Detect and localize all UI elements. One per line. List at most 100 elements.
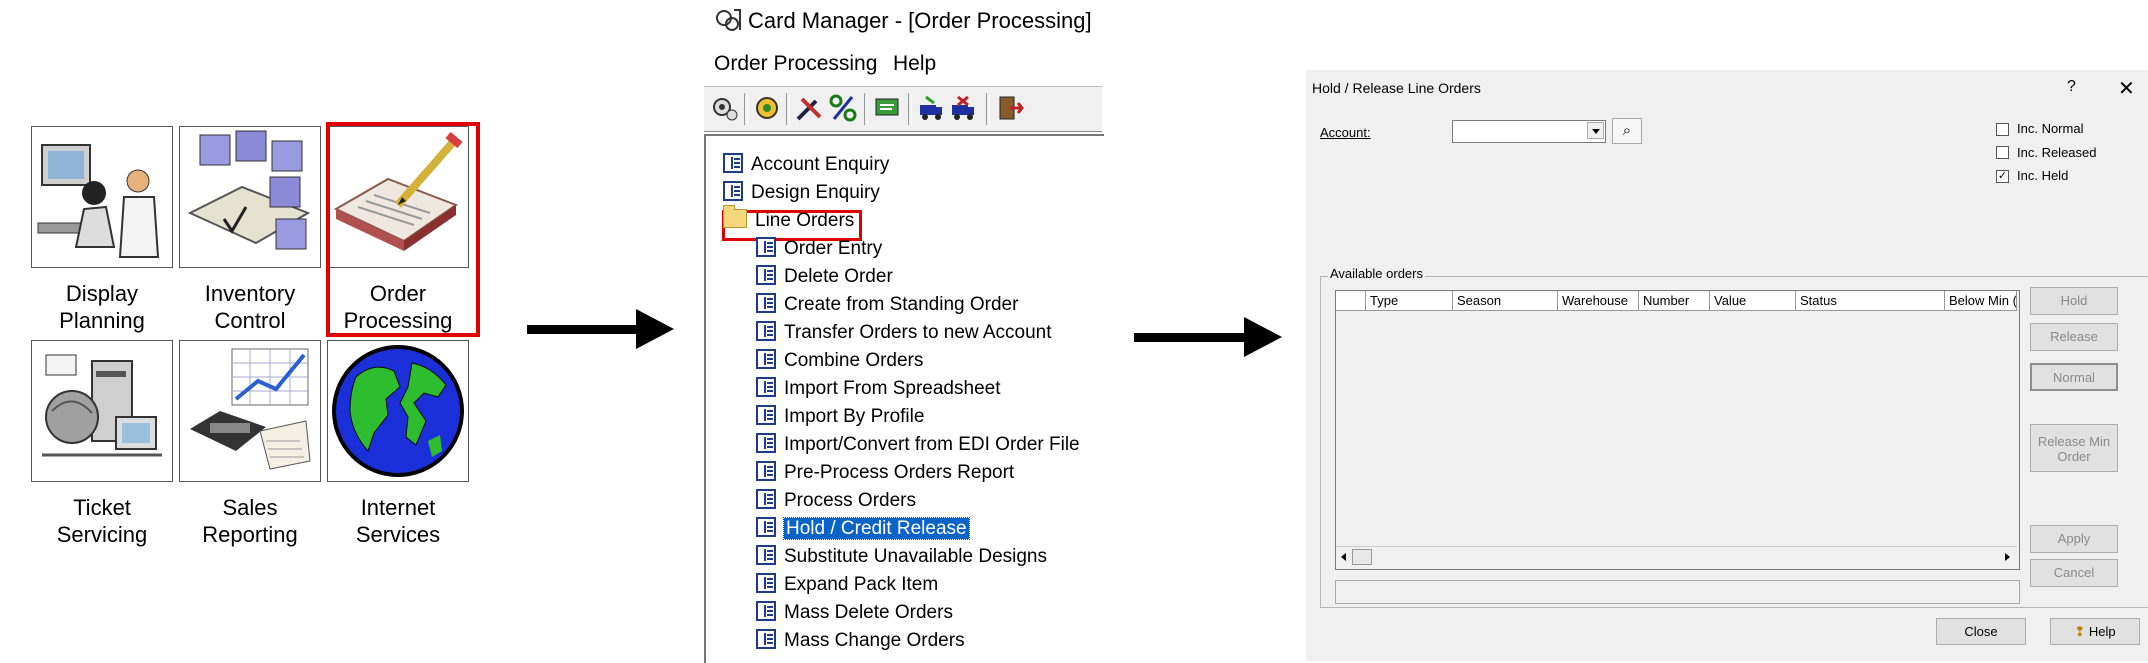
tile-display-planning[interactable]: Display Planning bbox=[28, 126, 176, 334]
tree-item-label: Transfer Orders to new Account bbox=[784, 322, 1052, 343]
tree-item[interactable]: Combine Orders bbox=[756, 349, 923, 373]
inventory-control-icon bbox=[179, 126, 321, 268]
column-header-value[interactable]: Value bbox=[1710, 291, 1796, 311]
close-icon[interactable]: ✕ bbox=[2118, 76, 2135, 101]
tree-item[interactable]: Substitute Unavailable Designs bbox=[756, 545, 1047, 569]
column-header-warehouse[interactable]: Warehouse bbox=[1558, 291, 1639, 311]
menu-help[interactable]: Help bbox=[893, 52, 936, 76]
doc-icon bbox=[756, 489, 776, 509]
doc-icon bbox=[756, 461, 776, 481]
tree-item[interactable]: Order Entry bbox=[756, 237, 882, 261]
sales-reporting-icon bbox=[179, 340, 321, 482]
doc-icon bbox=[756, 433, 776, 453]
tree-item-label: Line Orders bbox=[755, 210, 855, 231]
ticket-servicing-icon bbox=[31, 340, 173, 482]
scroll-right-icon[interactable] bbox=[2001, 551, 2013, 563]
tree-item[interactable]: Import From Spreadsheet bbox=[756, 377, 1000, 401]
help-pin-icon: ❢ bbox=[2074, 624, 2086, 639]
toolbar bbox=[704, 86, 1102, 132]
tile-label-line2: Services bbox=[355, 522, 441, 547]
help-question-icon[interactable]: ? bbox=[2067, 78, 2076, 96]
close-button[interactable]: Close bbox=[1936, 618, 2026, 645]
inc-held-checkbox[interactable]: ✓ bbox=[1996, 170, 2009, 183]
display-planning-icon bbox=[31, 126, 173, 268]
horizontal-scrollbar[interactable] bbox=[1336, 546, 2017, 567]
tree-item[interactable]: Import/Convert from EDI Order File bbox=[756, 433, 1080, 457]
release-min-order-button[interactable]: Release Min Order bbox=[2030, 424, 2118, 472]
tree-item-label: Process Orders bbox=[784, 490, 916, 511]
doc-icon bbox=[723, 153, 743, 173]
tree-item-label: Mass Change Orders bbox=[784, 630, 965, 651]
tree-item[interactable]: Import By Profile bbox=[756, 405, 924, 429]
tree-item-label: Account Enquiry bbox=[751, 154, 890, 175]
report-tool-icon[interactable] bbox=[872, 93, 902, 123]
inc-released-label: Inc. Released bbox=[2017, 145, 2097, 160]
tree-item[interactable]: Account Enquiry bbox=[723, 153, 889, 177]
tree-item[interactable]: Pre-Process Orders Report bbox=[756, 461, 1014, 485]
tree-item-label: Combine Orders bbox=[784, 350, 924, 371]
tile-ticket-servicing[interactable]: Ticket Servicing bbox=[28, 340, 176, 548]
grid-header-corner bbox=[1336, 291, 1366, 311]
tree-item[interactable]: Line Orders bbox=[723, 205, 855, 233]
tile-label-line1: Display bbox=[65, 281, 139, 306]
column-header-season[interactable]: Season bbox=[1453, 291, 1558, 311]
tree-item-label: Expand Pack Item bbox=[784, 574, 939, 595]
truck-cancel-icon[interactable] bbox=[948, 93, 978, 123]
tile-internet-services[interactable]: Internet Services bbox=[324, 340, 472, 548]
apply-button[interactable]: Apply bbox=[2030, 525, 2118, 553]
tile-sales-reporting[interactable]: Sales Reporting bbox=[176, 340, 324, 548]
cancel-button[interactable]: Cancel bbox=[2030, 559, 2118, 587]
settings-tool-icon[interactable] bbox=[752, 93, 782, 123]
column-header-below-min[interactable]: Below Min ( bbox=[1945, 291, 2017, 311]
scroll-left-icon[interactable] bbox=[1338, 551, 1350, 563]
hold-button[interactable]: Hold bbox=[2030, 287, 2118, 315]
tree-item[interactable]: Mass Change Orders bbox=[756, 629, 965, 653]
column-header-number[interactable]: Number bbox=[1639, 291, 1710, 311]
column-header-type[interactable]: Type bbox=[1366, 291, 1453, 311]
tree-item[interactable]: Process Orders bbox=[756, 489, 916, 513]
doc-icon bbox=[756, 573, 776, 593]
available-orders-label: Available orders bbox=[1328, 266, 1425, 281]
selected-tile-highlight bbox=[326, 122, 480, 337]
chevron-down-icon[interactable] bbox=[1587, 122, 1604, 139]
account-combo[interactable] bbox=[1452, 120, 1606, 143]
percent-icon[interactable] bbox=[828, 93, 858, 123]
tree-item[interactable]: Create from Standing Order bbox=[756, 293, 1018, 317]
tile-label-line2: Planning bbox=[59, 308, 145, 333]
inc-normal-checkbox[interactable] bbox=[1996, 123, 2009, 136]
globe-icon bbox=[327, 340, 469, 482]
inc-released-checkbox[interactable] bbox=[1996, 146, 2009, 159]
normal-button[interactable]: Normal bbox=[2030, 363, 2118, 391]
doc-icon bbox=[723, 181, 743, 201]
tree-item[interactable]: Delete Order bbox=[756, 265, 893, 289]
folder-icon bbox=[723, 205, 747, 228]
tree-item-label: Hold / Credit Release bbox=[783, 517, 970, 540]
doc-icon bbox=[756, 545, 776, 565]
tree-item-label: Create from Standing Order bbox=[784, 294, 1019, 315]
column-header-status[interactable]: Status bbox=[1796, 291, 1945, 311]
tree-item[interactable]: Design Enquiry bbox=[723, 181, 880, 205]
tree-item-label: Import/Convert from EDI Order File bbox=[784, 434, 1080, 455]
scroll-thumb[interactable] bbox=[1352, 549, 1372, 565]
exit-door-icon[interactable] bbox=[994, 93, 1024, 123]
tree-item[interactable]: Expand Pack Item bbox=[756, 573, 938, 597]
tree-item[interactable]: Transfer Orders to new Account bbox=[756, 321, 1052, 345]
tree-item-label: Pre-Process Orders Report bbox=[784, 462, 1015, 483]
menu-order-processing[interactable]: Order Processing bbox=[714, 52, 877, 76]
doc-icon bbox=[756, 321, 776, 341]
window-title: Card Manager - [Order Processing] bbox=[748, 8, 1092, 33]
orders-grid[interactable]: Type Season Warehouse Number Value Statu… bbox=[1335, 290, 2020, 570]
tile-inventory-control[interactable]: Inventory Control bbox=[176, 126, 324, 334]
tree-item[interactable]: Mass Delete Orders bbox=[756, 601, 953, 625]
tree-item[interactable]: Hold / Credit Release bbox=[756, 517, 970, 541]
truck-icon[interactable] bbox=[916, 93, 946, 123]
check-mark-icon: ✓ bbox=[1997, 170, 2008, 182]
binoculars-icon[interactable]: ⌕ bbox=[1612, 118, 1642, 144]
tools-icon[interactable] bbox=[794, 93, 824, 123]
gears-tool-icon[interactable] bbox=[710, 93, 740, 123]
help-button[interactable]: ❢ Help bbox=[2050, 618, 2140, 645]
help-button-label: Help bbox=[2088, 624, 2116, 639]
release-button[interactable]: Release bbox=[2030, 323, 2118, 351]
doc-icon bbox=[756, 265, 776, 285]
tree-item-label: Mass Delete Orders bbox=[784, 602, 953, 623]
